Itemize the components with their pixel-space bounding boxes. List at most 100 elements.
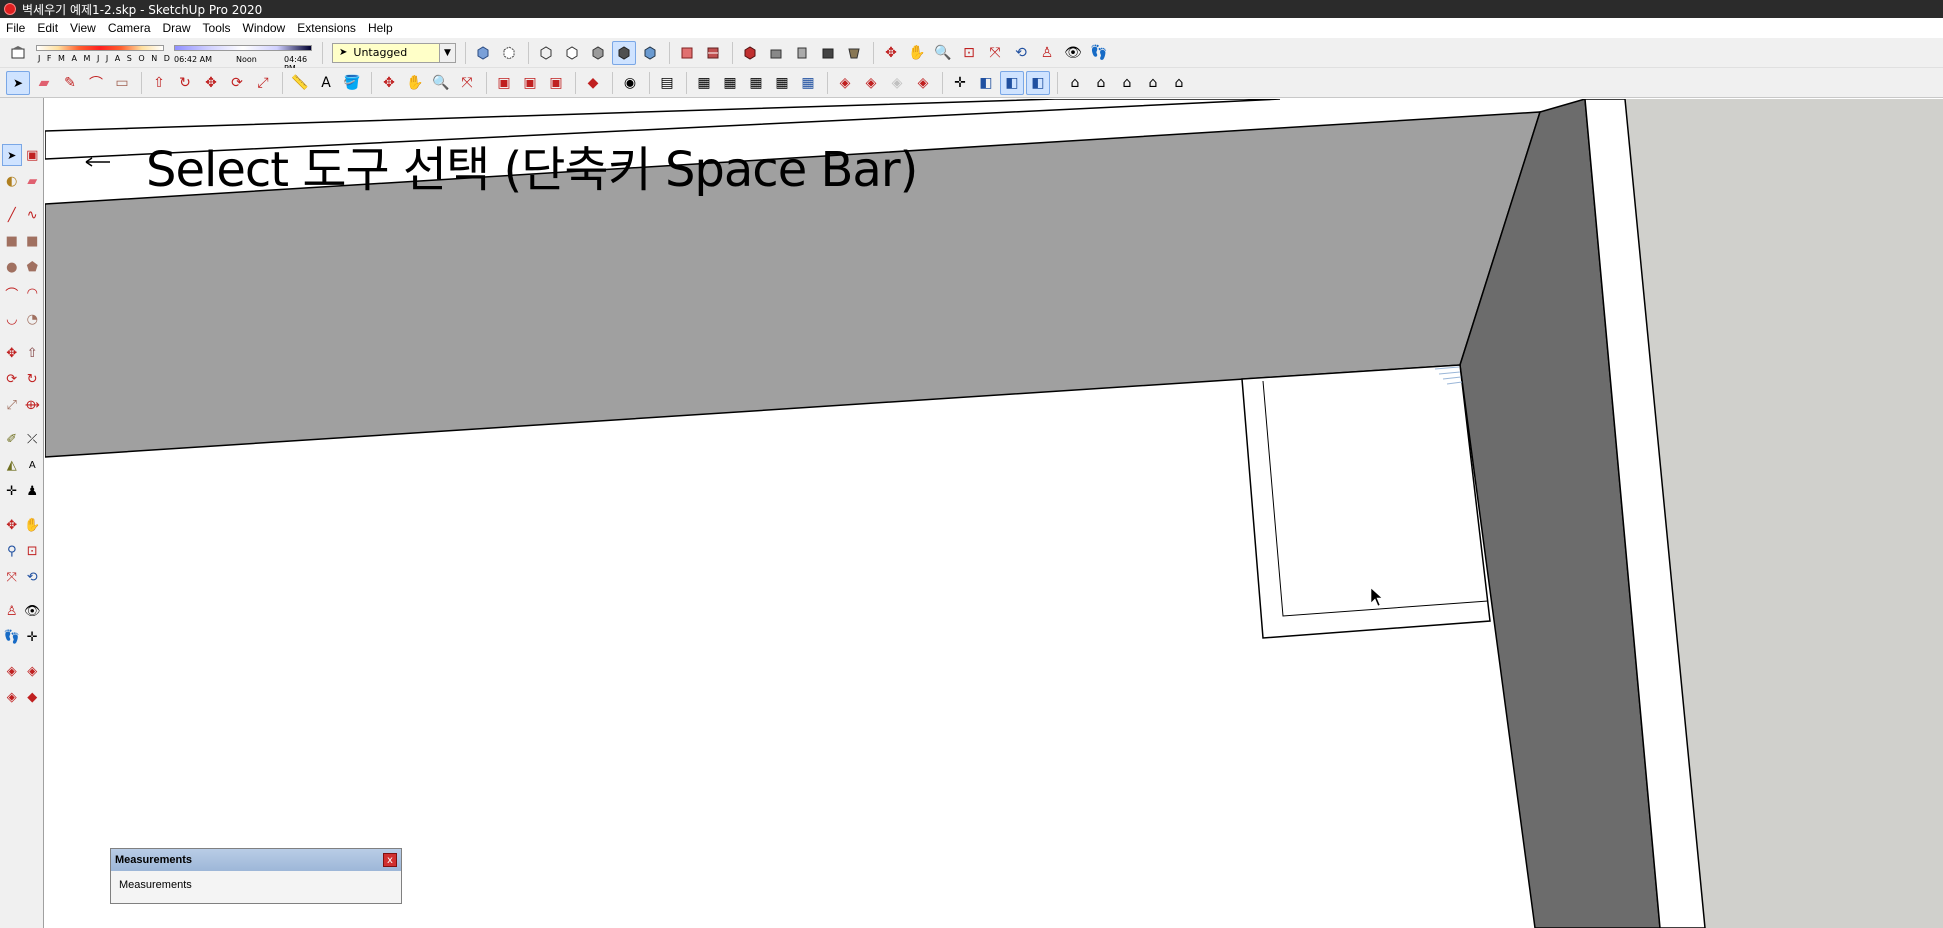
zoom-icon-2[interactable]: 🔍 (429, 71, 453, 95)
monochrome-icon[interactable] (638, 41, 662, 65)
text-icon[interactable]: A (23, 454, 43, 476)
eraser-icon[interactable]: ▰ (32, 71, 56, 95)
sandbox-icon-4[interactable]: ◈ (911, 71, 935, 95)
menu-help[interactable]: Help (362, 18, 399, 38)
tag-dropdown[interactable]: ➤ Untagged ▼ (332, 42, 456, 63)
shaded-icon[interactable] (586, 41, 610, 65)
view-back-icon[interactable]: ▦ (796, 71, 820, 95)
rotate-icon[interactable]: ⟳ (2, 368, 22, 390)
extension-icon[interactable]: ◈ (2, 686, 22, 708)
measurements-input[interactable]: Measurements (111, 871, 401, 899)
zoom-extents-icon-2[interactable]: ⤧ (455, 71, 479, 95)
dimension-icon[interactable]: ⤫ (23, 428, 43, 450)
house-icon-2[interactable]: ⌂ (1089, 71, 1113, 95)
look-around-icon[interactable]: 👁 (1061, 41, 1085, 65)
chevron-down-icon[interactable]: ▼ (439, 43, 455, 62)
3d-warehouse-icon[interactable]: ◈ (2, 660, 22, 682)
view-front-icon[interactable]: ▦ (744, 71, 768, 95)
make-component-icon[interactable]: ▣ (23, 144, 42, 166)
walk-icon[interactable]: 👣 (1087, 41, 1111, 65)
section-display-icon[interactable] (701, 41, 725, 65)
share-model-icon[interactable]: ▣ (518, 71, 542, 95)
measurements-header[interactable]: Measurements (111, 849, 401, 871)
3d-text-icon[interactable]: ♟ (23, 480, 43, 502)
house-icon-3[interactable]: ⌂ (1115, 71, 1139, 95)
wireframe-icon[interactable] (534, 41, 558, 65)
right-view-icon[interactable] (816, 41, 840, 65)
arc-tool-icon[interactable]: ⌒ (84, 71, 108, 95)
menu-extensions[interactable]: Extensions (291, 18, 362, 38)
orbit-tool-icon[interactable]: ✥ (2, 514, 22, 536)
hidden-line-icon[interactable] (560, 41, 584, 65)
paint-bucket-icon[interactable]: ◐ (2, 170, 22, 192)
sandbox-icon-1[interactable]: ◈ (833, 71, 857, 95)
protractor-icon[interactable]: ◭ (2, 454, 22, 476)
shadow-time-slider[interactable]: 06:42 AM Noon 04:46 PM (172, 41, 317, 73)
view-right-icon[interactable]: ▦ (770, 71, 794, 95)
pan-tool-icon[interactable]: ✋ (23, 514, 43, 536)
back-view-icon[interactable] (842, 41, 866, 65)
shadow-settings-icon[interactable] (6, 41, 30, 65)
polygon-icon[interactable]: ⬟ (23, 256, 43, 278)
circle-icon[interactable]: ● (2, 256, 22, 278)
ruby-icon[interactable]: ◆ (23, 686, 43, 708)
menu-tools[interactable]: Tools (197, 18, 237, 38)
iso-view-icon[interactable] (738, 41, 762, 65)
push-pull-tool-icon[interactable]: ⇧ (23, 342, 43, 364)
freehand-icon[interactable]: ∿ (23, 204, 43, 226)
house-icon-5[interactable]: ⌂ (1167, 71, 1191, 95)
view-top-icon[interactable]: ▦ (718, 71, 742, 95)
move-icon[interactable]: ✥ (2, 342, 22, 364)
component-icon[interactable]: ▤ (655, 71, 679, 95)
orbit-icon-2[interactable]: ✥ (377, 71, 401, 95)
rectangle-icon[interactable]: ■ (2, 230, 22, 252)
previous-view-icon[interactable]: ⟲ (1009, 41, 1033, 65)
arc-icon[interactable]: ⌒ (2, 282, 22, 304)
previous-icon[interactable]: ⟲ (23, 566, 43, 588)
extension-warehouse-icon[interactable]: ▣ (544, 71, 568, 95)
zoom-tool-icon[interactable]: ⚲ (2, 540, 22, 562)
three-point-arc-icon[interactable]: ◡ (2, 308, 22, 330)
axes-icon[interactable]: ✛ (948, 71, 972, 95)
rotate-tool-icon[interactable]: ⟳ (225, 71, 249, 95)
xray-icon[interactable] (471, 41, 495, 65)
tape-measure-icon[interactable]: 📏 (288, 71, 312, 95)
move-tool-icon[interactable]: ✥ (199, 71, 223, 95)
house-icon-1[interactable]: ⌂ (1063, 71, 1087, 95)
house-icon-4[interactable]: ⌂ (1141, 71, 1165, 95)
share-component-icon[interactable]: ◈ (23, 660, 43, 682)
menu-camera[interactable]: Camera (102, 18, 157, 38)
zoom-window-tool-icon[interactable]: ⊡ (23, 540, 43, 562)
close-icon[interactable]: x (383, 853, 397, 867)
shadow-month-slider[interactable]: J F M A M J J A S O N D (32, 41, 172, 65)
text-tool-icon[interactable]: A (314, 71, 338, 95)
sandbox-icon-3[interactable]: ◈ (885, 71, 909, 95)
scale-icon[interactable]: ⤢ (2, 394, 22, 416)
push-pull-icon[interactable]: ⇧ (147, 71, 171, 95)
front-view-icon[interactable] (790, 41, 814, 65)
follow-me-icon[interactable]: ↻ (173, 71, 197, 95)
select-tool-icon[interactable]: ➤ (6, 70, 30, 95)
style-icon-1[interactable]: ◧ (974, 71, 998, 95)
orbit-icon[interactable]: ✥ (879, 41, 903, 65)
line-icon[interactable]: ╱ (2, 204, 22, 226)
menu-draw[interactable]: Draw (157, 18, 197, 38)
two-point-arc-icon[interactable]: ◠ (23, 282, 43, 304)
pan-icon-2[interactable]: ✋ (403, 71, 427, 95)
pan-icon[interactable]: ✋ (905, 41, 929, 65)
line-tool-icon[interactable]: ✎ (58, 71, 82, 95)
follow-me-tool-icon[interactable]: ↻ (23, 368, 43, 390)
style-icon-2[interactable]: ◧ (1000, 70, 1024, 95)
walk-tool-icon[interactable]: 👣 (2, 626, 22, 648)
paint-bucket-icon[interactable]: 🪣 (340, 71, 364, 95)
rectangle-tool-icon[interactable]: ▭ (110, 71, 134, 95)
view-iso-icon[interactable]: ▦ (692, 71, 716, 95)
menu-edit[interactable]: Edit (31, 18, 64, 38)
tape-measure-tool-icon[interactable]: ✐ (2, 428, 22, 450)
menu-window[interactable]: Window (237, 18, 292, 38)
position-camera-icon[interactable]: ♙ (1035, 41, 1059, 65)
model-viewport[interactable] (45, 99, 1943, 928)
offset-icon[interactable]: ⟴ (23, 394, 43, 416)
select-icon[interactable]: ➤ (2, 144, 22, 166)
style-icon-3[interactable]: ◧ (1026, 70, 1050, 95)
